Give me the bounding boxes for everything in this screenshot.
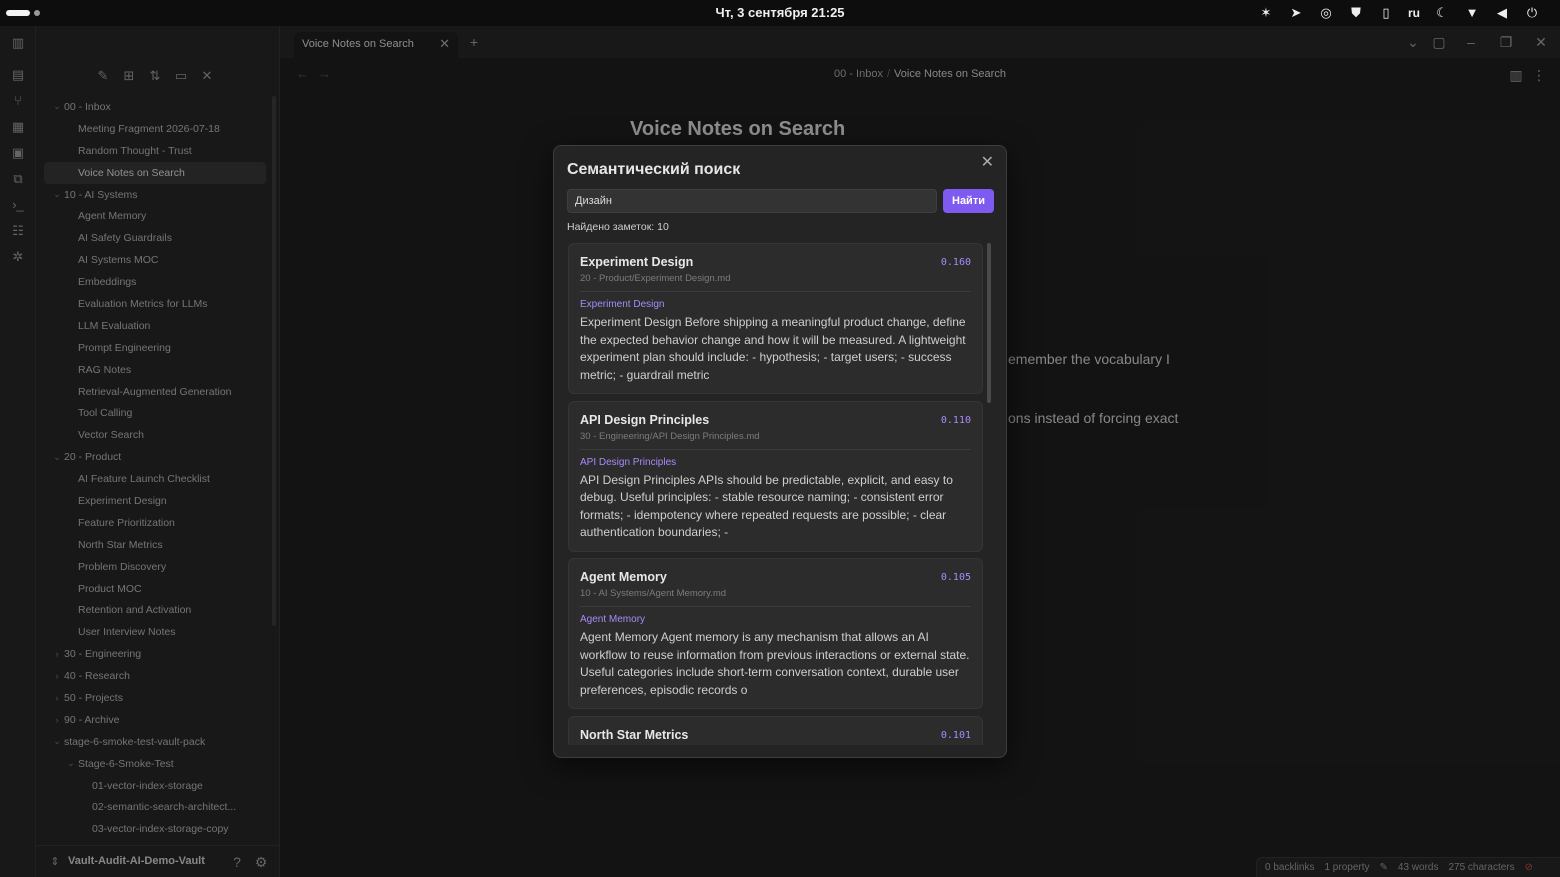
shield-icon[interactable]: ⛊ [1348,4,1364,22]
workspace-indicator-active[interactable] [6,10,30,16]
search-button[interactable]: Найти [943,189,994,213]
system-tray: ✶ ➤ ◎ ⛊ ▯ ru ☾ ▼ ◀ ⏻ [1258,4,1540,22]
workspace-indicator[interactable] [34,10,40,16]
result-divider [580,606,971,607]
result-heading: Experiment Design [580,299,665,310]
result-snippet: API Design Principles APIs should be pre… [580,472,953,540]
results-count: Найдено заметок: 10 [567,221,669,233]
result-title: API Design Principles [580,412,710,427]
search-input[interactable] [567,189,937,213]
result-card[interactable]: Agent Memory 0.105 10 - AI Systems/Agent M… [568,558,983,709]
result-snippet: Agent Memory Agent memory is any mechani… [580,630,970,697]
result-heading: API Design Principles [580,456,677,468]
result-heading: Agent Memory [580,614,646,625]
result-card[interactable]: North Star Metrics 0.101 [568,715,983,745]
close-icon[interactable]: ✕ [981,152,994,172]
system-clock[interactable]: Чт, 3 сентября 21:25 [700,5,860,20]
semantic-search-modal: Семантический поиск ✕ Найти Найдено заме… [553,145,1007,758]
clipboard-icon[interactable]: ▯ [1378,4,1394,22]
wifi-icon[interactable]: ▼ [1464,4,1480,22]
results-list[interactable]: Experiment Design 0.160 20 - Product/Exper… [568,243,984,745]
result-title: Agent Memory [580,570,667,584]
result-score: 0.160 [940,257,971,268]
power-icon[interactable]: ⏻ [1524,4,1540,22]
result-score: 0.105 [940,572,971,583]
volume-icon[interactable]: ◀ [1494,4,1510,22]
results-scrollbar[interactable] [987,243,991,403]
result-title: Experiment Design [580,255,694,269]
result-card[interactable]: Experiment Design 0.160 20 - Product/Exper… [568,243,983,394]
telegram-icon[interactable]: ➤ [1288,4,1304,22]
result-title: North Star Metrics [580,727,689,742]
system-top-bar: Чт, 3 сентября 21:25 ✶ ➤ ◎ ⛊ ▯ ru ☾ ▼ ◀ … [0,0,1560,26]
night-light-icon[interactable]: ☾ [1434,4,1450,22]
result-score: 0.110 [940,414,971,426]
modal-title: Семантический поиск [567,161,741,178]
result-score: 0.101 [940,729,971,741]
result-card[interactable]: API Design Principles 0.110 30 - Engineeri… [568,400,983,552]
result-path: 10 - AI Systems/Agent Memory.md [580,588,727,599]
result-path: 30 - Engineering/API Design Principles.m… [580,430,760,442]
steam-icon[interactable]: ◎ [1318,4,1334,22]
result-snippet: Experiment Design Before shipping a mean… [580,315,966,382]
result-path: 20 - Product/Experiment Design.md [580,273,731,284]
result-divider [580,448,971,450]
result-divider [580,291,971,292]
dropbox-icon[interactable]: ✶ [1258,4,1274,22]
keyboard-layout[interactable]: ru [1408,4,1420,22]
